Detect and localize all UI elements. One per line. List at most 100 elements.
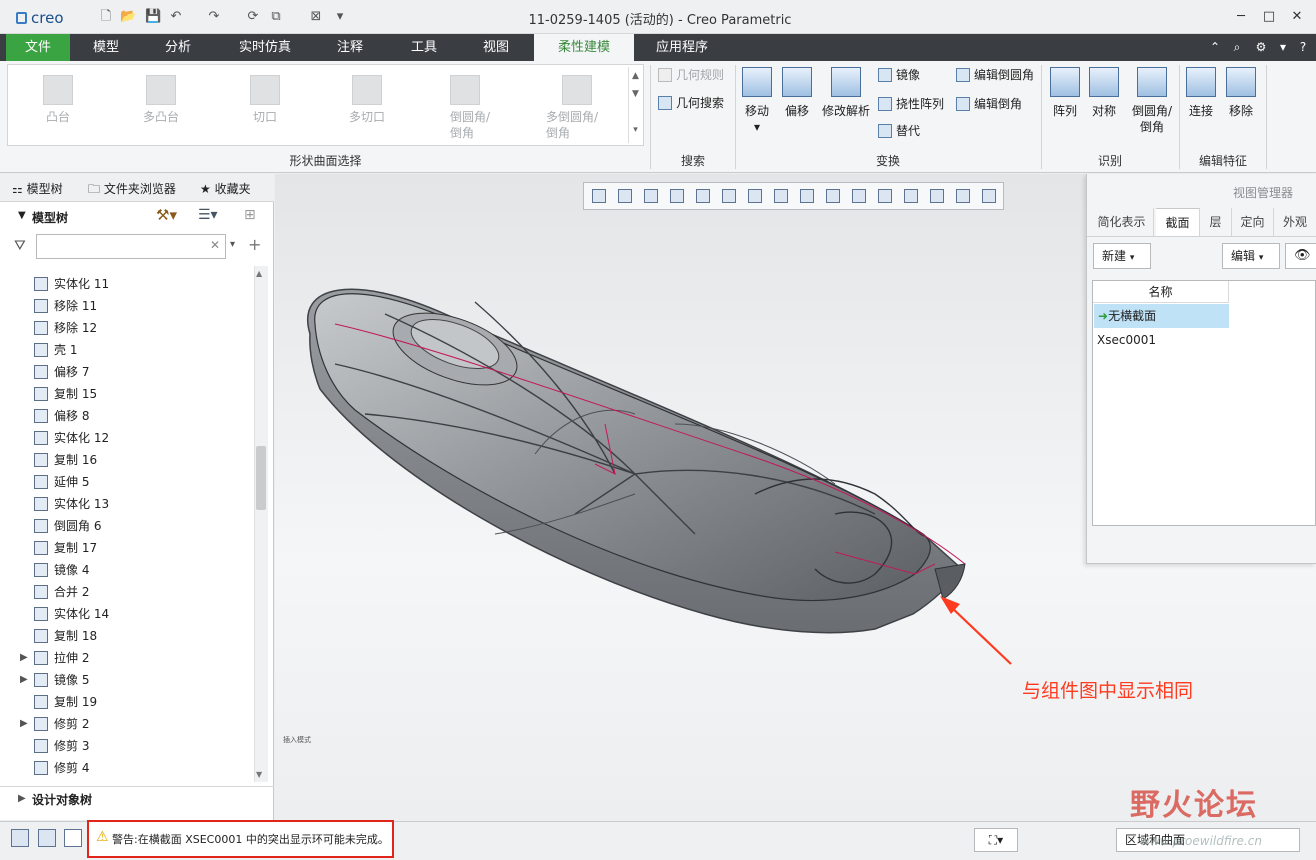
tree-item[interactable]: 实体化 11 xyxy=(34,273,109,295)
clear-filter-icon[interactable]: ✕ xyxy=(210,238,220,252)
tab-appearance[interactable]: 外观 xyxy=(1274,208,1316,236)
new-section-button[interactable]: 新建 ▾ xyxy=(1093,243,1151,269)
regenerate-icon[interactable]: ⟳ xyxy=(245,9,261,25)
browser-toggle-icon[interactable] xyxy=(38,829,56,847)
section-icon[interactable] xyxy=(800,189,814,203)
mirror-button[interactable]: 镜像 xyxy=(878,67,920,83)
more-menu-icon[interactable]: ▾ xyxy=(1274,38,1292,56)
help-icon[interactable]: ? xyxy=(1294,38,1312,56)
tab-model[interactable]: 模型 xyxy=(76,34,136,61)
save-icon[interactable]: 💾 xyxy=(145,9,161,25)
tree-item[interactable]: 复制 19 xyxy=(34,691,97,713)
tab-sections[interactable]: 截面 xyxy=(1156,208,1200,236)
multi-boss-button[interactable]: 多凸台 xyxy=(116,75,206,125)
remove-button[interactable]: 移除 xyxy=(1216,67,1266,119)
gallery-scroll[interactable]: ▲ ▼ ▾ xyxy=(628,67,642,143)
add-filter-icon[interactable]: + xyxy=(248,235,261,254)
tree-item[interactable]: 拉伸 2 xyxy=(34,647,89,669)
saved-orientations-icon[interactable] xyxy=(722,189,736,203)
tree-item[interactable]: 复制 16 xyxy=(34,449,97,471)
settings-icon[interactable]: ⚙ xyxy=(1252,38,1270,56)
search-icon[interactable]: ⌕ xyxy=(1228,38,1246,56)
modify-analysis-button[interactable]: 修改解析 xyxy=(818,67,874,119)
expand-icon[interactable]: ▶ xyxy=(20,674,28,685)
close-icon[interactable]: ⊠ xyxy=(308,9,324,25)
boss-button[interactable]: 凸台 xyxy=(13,75,103,125)
settings-list-icon[interactable]: ☰▾ xyxy=(198,207,218,223)
expand-design-tree-icon[interactable]: ▶ xyxy=(18,793,26,804)
tree-item[interactable]: 延伸 5 xyxy=(34,471,89,493)
name-column-header[interactable]: 名称 xyxy=(1093,281,1229,303)
tools-icon[interactable]: ⚒▾ xyxy=(156,206,177,224)
new-icon[interactable]: 🗋 xyxy=(98,9,114,25)
cut-button[interactable]: 切口 xyxy=(220,75,310,125)
tree-item[interactable]: 偏移 7 xyxy=(34,361,89,383)
full-screen-icon[interactable] xyxy=(64,829,82,847)
tree-item[interactable]: 实体化 14 xyxy=(34,603,109,625)
tab-tools[interactable]: 工具 xyxy=(394,34,454,61)
edit-section-button[interactable]: 编辑 ▾ xyxy=(1222,243,1280,269)
tree-item[interactable]: 实体化 12 xyxy=(34,427,109,449)
tree-columns-icon[interactable]: ⊞ xyxy=(244,207,256,223)
offset-button[interactable]: 偏移 xyxy=(772,67,822,119)
tree-item[interactable]: 复制 18 xyxy=(34,625,97,647)
open-icon[interactable]: 📂 xyxy=(120,9,136,25)
tree-item[interactable]: 修剪 3 xyxy=(34,735,89,757)
tree-item[interactable]: 偏移 8 xyxy=(34,405,89,427)
coordinate-system-icon[interactable] xyxy=(904,189,918,203)
collapse-icon[interactable]: ▼ xyxy=(18,210,26,221)
close-window-button[interactable]: ✕ xyxy=(1284,8,1310,26)
tab-orient[interactable]: 定向 xyxy=(1232,208,1274,236)
redo-icon[interactable]: ↷ xyxy=(206,9,222,25)
tree-item[interactable]: 修剪 4 xyxy=(34,757,89,779)
windows-icon[interactable]: ⧉ xyxy=(268,9,284,25)
repaint-icon[interactable] xyxy=(670,189,684,203)
maximize-button[interactable]: □ xyxy=(1256,8,1282,26)
datum-points-icon[interactable] xyxy=(878,189,892,203)
geom-rules-button[interactable]: 几何规则 xyxy=(658,67,724,83)
tree-item[interactable]: 移除 11 xyxy=(34,295,97,317)
filter-icon[interactable]: ⛛ xyxy=(14,238,26,254)
tree-scrollbar[interactable] xyxy=(254,266,268,782)
edit-chamfer-button[interactable]: 编辑倒角 xyxy=(956,96,1022,112)
substitute-button[interactable]: 替代 xyxy=(878,123,920,139)
selection-mode-button[interactable]: ⛶▾ xyxy=(974,828,1018,852)
minimize-button[interactable]: ─ xyxy=(1228,8,1254,26)
tab-applications[interactable]: 应用程序 xyxy=(646,34,718,61)
zoom-in-icon[interactable] xyxy=(618,189,632,203)
customize-icon[interactable]: ▾ xyxy=(332,9,348,25)
datum-planes-icon[interactable] xyxy=(826,189,840,203)
tree-item[interactable]: 镜像 5 xyxy=(34,669,89,691)
tab-file[interactable]: 文件 xyxy=(6,34,70,61)
tree-item[interactable]: 复制 17 xyxy=(34,537,97,559)
display-toggle-button[interactable]: 👁 xyxy=(1285,243,1316,269)
tab-model-tree[interactable]: ⚏ 模型树 xyxy=(12,180,63,197)
expand-icon[interactable]: ▶ xyxy=(20,718,28,729)
scroll-down-icon[interactable]: ▼ xyxy=(256,770,262,779)
datum-axes-icon[interactable] xyxy=(852,189,866,203)
section-row-active[interactable]: ➜无横截面 xyxy=(1094,304,1229,328)
navigator-toggle-icon[interactable] xyxy=(11,829,29,847)
expand-icon[interactable]: ▶ xyxy=(20,652,28,663)
tree-item[interactable]: 合并 2 xyxy=(34,581,89,603)
display-style-icon[interactable] xyxy=(696,189,710,203)
tab-flexible-modeling[interactable]: 柔性建模 xyxy=(534,34,634,61)
multi-round-chamfer-button[interactable]: 多倒圆角/ 倒角 xyxy=(528,75,618,141)
view-manager-icon[interactable] xyxy=(748,189,762,203)
tree-filter-input[interactable] xyxy=(36,234,226,259)
spin-center-icon[interactable] xyxy=(982,189,996,203)
design-object-tree[interactable]: 设计对象树 xyxy=(32,791,92,808)
undo-icon[interactable]: ↶ xyxy=(168,9,184,25)
round-chamfer-recognition-button[interactable]: 倒圆角/ 倒角 xyxy=(1122,67,1182,135)
tab-analysis[interactable]: 分析 xyxy=(148,34,208,61)
tab-favorites[interactable]: ★ 收藏夹 xyxy=(200,180,251,197)
tab-annotate[interactable]: 注释 xyxy=(320,34,380,61)
collapse-ribbon-icon[interactable]: ⌃ xyxy=(1206,38,1224,56)
tree-item[interactable]: 镜像 4 xyxy=(34,559,89,581)
tab-live-simulation[interactable]: 实时仿真 xyxy=(228,34,302,61)
round-chamfer-button[interactable]: 倒圆角/ 倒角 xyxy=(426,75,496,141)
refit-icon[interactable] xyxy=(592,189,606,203)
tree-item[interactable]: 实体化 13 xyxy=(34,493,109,515)
tab-folder-browser[interactable]: 🗀 文件夹浏览器 xyxy=(88,180,176,201)
filter-dropdown-icon[interactable]: ▾ xyxy=(230,239,235,250)
